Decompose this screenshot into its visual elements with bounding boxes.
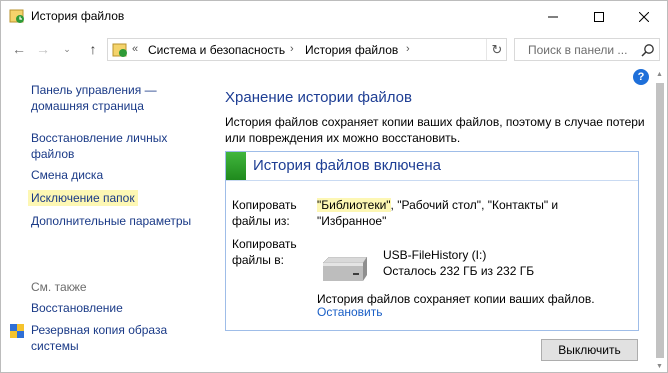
breadcrumb-system-security[interactable]: Система и безопасность	[148, 43, 285, 57]
close-button[interactable]	[621, 1, 667, 32]
maximize-icon	[594, 11, 604, 22]
search-icon	[641, 44, 654, 57]
forward-button[interactable]: →	[34, 40, 52, 58]
help-icon[interactable]: ?	[633, 69, 649, 85]
refresh-icon: ↻	[491, 41, 503, 57]
file-history-icon	[9, 9, 24, 23]
sidebar-item-exclude-folders[interactable]: Исключение папок	[28, 190, 138, 206]
drive-name: USB-FileHistory (I:)	[383, 248, 487, 262]
breadcrumb-separator-icon[interactable]: ›	[406, 43, 410, 55]
scroll-up-icon[interactable]: ▲	[654, 69, 665, 80]
minimize-icon	[548, 16, 558, 17]
maximize-button[interactable]	[576, 1, 622, 32]
close-icon	[639, 11, 649, 22]
shield-icon	[10, 324, 24, 338]
minimize-button[interactable]	[530, 1, 576, 32]
copy-to-label: Копировать файлы в:	[232, 237, 297, 267]
scroll-down-icon[interactable]: ▼	[654, 361, 665, 372]
copy-from-value: "Библиотеки", "Рабочий стол", "Контакты"…	[317, 198, 559, 228]
file-history-icon	[112, 43, 127, 57]
sidebar-item-control-panel-home[interactable]: Панель управления — домашняя страница	[31, 82, 157, 114]
scrollbar-thumb[interactable]	[656, 83, 664, 358]
status-title: История файлов включена	[253, 157, 441, 174]
page-description: История файлов сохраняет копии ваших фай…	[225, 115, 645, 145]
address-overflow-chevron[interactable]: «	[132, 43, 138, 55]
up-button[interactable]: ↑	[84, 40, 102, 58]
see-also-recovery[interactable]: Восстановление	[31, 300, 123, 316]
sidebar-item-change-drive[interactable]: Смена диска	[31, 167, 103, 183]
drive-icon	[322, 257, 368, 281]
arrow-right-icon: →	[36, 41, 50, 57]
page-title: Хранение истории файлов	[225, 89, 412, 106]
window-title: История файлов	[31, 9, 125, 23]
drive-space: Осталось 232 ГБ из 232 ГБ	[383, 264, 535, 278]
search-input[interactable]: Поиск в панели ...	[514, 38, 660, 61]
arrow-left-icon: ←	[12, 41, 26, 57]
left-pane: Панель управления — домашняя страница Во…	[1, 69, 211, 369]
search-placeholder: Поиск в панели ...	[528, 43, 628, 57]
recent-locations-button[interactable]: ⌄	[58, 40, 76, 58]
title-bar: История файлов	[1, 1, 667, 32]
sidebar-item-advanced-settings[interactable]: Дополнительные параметры	[31, 213, 191, 229]
status-header: История файлов включена	[226, 152, 638, 181]
see-also-system-image-backup[interactable]: Резервная копия образа системы	[31, 322, 167, 354]
libraries-highlight: "Библиотеки"	[317, 198, 391, 212]
navigation-bar: ← → ⌄ ↑ « Система и безопасность › Истор…	[1, 32, 667, 66]
address-bar[interactable]: « Система и безопасность › История файло…	[107, 38, 507, 61]
chevron-down-icon: ⌄	[63, 43, 71, 54]
sidebar-item-restore-personal-files[interactable]: Восстановление личных файлов	[31, 130, 167, 162]
disable-button[interactable]: Выключить	[541, 339, 638, 361]
copy-from-label: Копировать файлы из:	[232, 198, 297, 228]
file-history-window: История файлов ← → ⌄ ↑ « Система и безоп…	[0, 0, 668, 373]
back-button[interactable]: ←	[10, 40, 28, 58]
stop-link[interactable]: Остановить	[317, 305, 383, 319]
breadcrumb-separator-icon[interactable]: ›	[290, 43, 294, 55]
status-indicator	[226, 152, 246, 180]
refresh-button[interactable]: ↻	[486, 39, 507, 60]
status-panel: История файлов включена Копировать файлы…	[225, 151, 639, 331]
arrow-up-icon: ↑	[89, 41, 97, 57]
breadcrumb-file-history[interactable]: История файлов	[305, 43, 398, 57]
see-also-heading: См. также	[31, 280, 87, 294]
